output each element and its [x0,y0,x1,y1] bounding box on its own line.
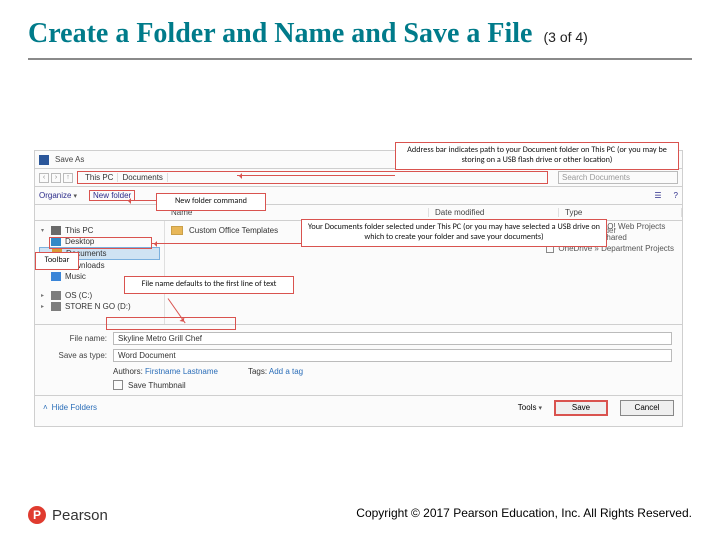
page-title: Create a Folder and Name and Save a File… [28,18,692,50]
col-type[interactable]: Type [559,208,682,217]
callout-file-name: File name defaults to the first line of … [124,276,294,294]
tools-label: Tools [518,403,537,412]
cancel-label: Cancel [635,403,660,412]
pc-icon [51,226,61,235]
pearson-logo: P Pearson [28,506,108,524]
hide-folders-link[interactable]: ˄ Hide Folders [43,403,97,412]
hide-folders-label: Hide Folders [52,403,97,412]
nav-usb-drive[interactable]: ▸STORE N GO (D:) [39,301,160,312]
search-input[interactable]: Search Documents [558,171,678,184]
address-bar[interactable]: This PC Documents [77,171,548,184]
nav-this-pc-label: This PC [65,226,93,235]
save-form: File name: Skyline Metro Grill Chef Save… [35,324,682,395]
file-name-value: Skyline Metro Grill Chef [118,334,202,343]
nav-usb-label: STORE N GO (D:) [65,302,131,311]
pearson-logo-icon: P [28,506,46,524]
breadcrumb-leaf[interactable]: Documents [118,173,167,182]
usb-icon [51,302,61,311]
save-button[interactable]: Save [554,400,608,416]
chevron-up-icon: ˄ [43,403,48,412]
dialog-title: Save As [55,155,84,164]
tools-menu[interactable]: Tools▾ [518,403,542,412]
save-type-select[interactable]: Word Document [113,349,672,362]
cancel-button[interactable]: Cancel [620,400,674,416]
view-button[interactable]: ☰ [654,191,661,200]
callout-address-bar: Address bar indicates path to your Docum… [395,142,679,170]
word-icon [39,155,49,165]
up-button[interactable]: ↑ [63,173,73,183]
callout-new-folder: New folder command [156,193,266,211]
file-name-label: File name: [45,334,107,343]
forward-button[interactable]: › [51,173,61,183]
nav-os-label: OS (C:) [65,291,92,300]
authors-value[interactable]: Firstname Lastname [145,367,218,376]
save-label: Save [572,403,590,412]
save-type-label: Save as type: [45,351,107,360]
drive-icon [51,291,61,300]
pearson-logo-text: Pearson [52,507,108,524]
nav-music-label: Music [65,272,86,281]
callout-toolbar: Toolbar [35,252,79,270]
toolbar: Organize▾ New folder ☰ ? [35,187,682,205]
music-icon [51,272,61,281]
tags-value[interactable]: Add a tag [269,367,303,376]
chevron-down-icon: ▾ [538,405,542,412]
highlight-filename [106,317,236,330]
title-text: Create a Folder and Name and Save a File [28,18,532,49]
save-thumbnail-checkbox[interactable] [113,380,123,390]
callout-documents-selected: Your Documents folder selected under Thi… [301,219,607,247]
arrow-newfolder [126,200,156,201]
save-type-value: Word Document [118,351,176,360]
highlight-documents [49,237,152,249]
breadcrumb-root[interactable]: This PC [81,173,118,182]
col-date[interactable]: Date modified [429,208,559,217]
copyright: Copyright © 2017 Pearson Education, Inc.… [356,506,692,520]
search-placeholder: Search Documents [562,173,630,182]
file-name-input[interactable]: Skyline Metro Grill Chef [113,332,672,345]
arrow-address [237,175,395,176]
arrow-documents [152,243,301,244]
title-progress: (3 of 4) [543,29,587,45]
chevron-down-icon: ▾ [73,193,77,200]
nav-this-pc[interactable]: ▾This PC [39,225,160,236]
save-thumbnail-label: Save Thumbnail [128,381,186,390]
tags-label: Tags: [248,367,267,376]
help-button[interactable]: ? [674,191,678,200]
folder-icon [171,226,183,235]
authors-label: Authors: [113,367,143,376]
organize-label: Organize [39,191,71,200]
back-button[interactable]: ‹ [39,173,49,183]
organize-menu[interactable]: Organize▾ [39,191,77,200]
